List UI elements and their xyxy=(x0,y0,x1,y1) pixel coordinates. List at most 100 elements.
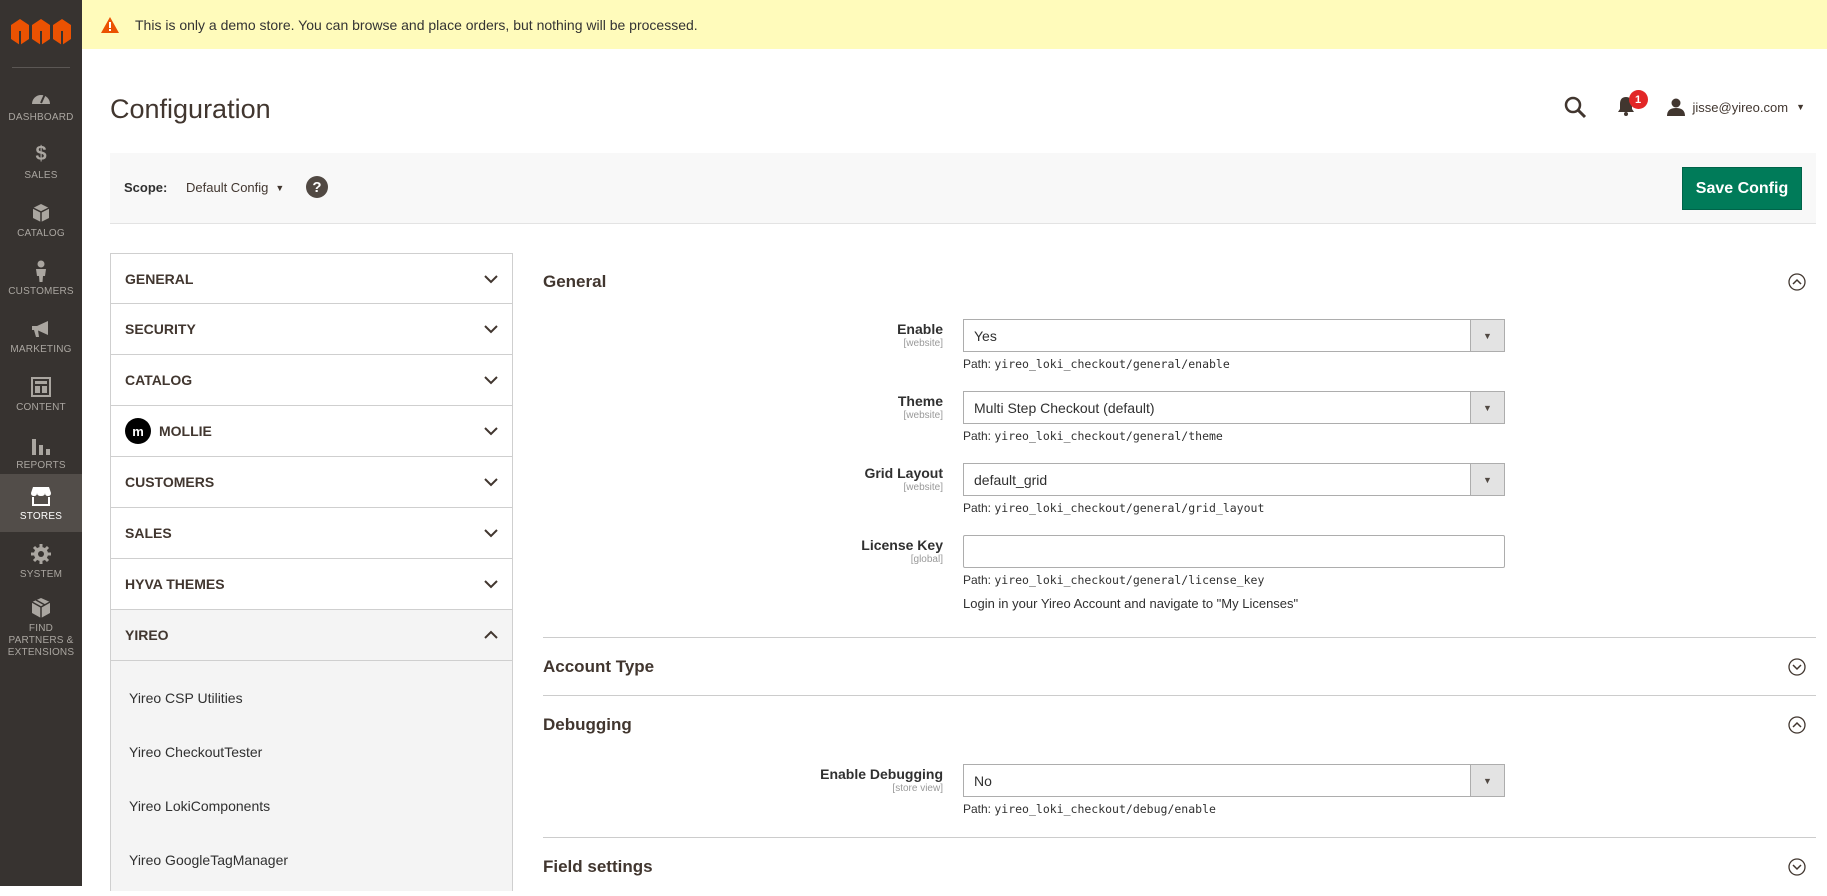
select-value: Multi Step Checkout (default) xyxy=(974,399,1155,416)
tab-label: CUSTOMERS xyxy=(125,474,215,490)
nav-sales[interactable]: $ SALES xyxy=(0,133,82,191)
chevron-down-icon xyxy=(484,325,498,334)
subtab-item[interactable]: Yireo CSP Utilities xyxy=(111,671,512,725)
caret-down-icon: ▼ xyxy=(1470,464,1504,495)
scope-toolbar: Scope: Default Config ▼ ? Save Config xyxy=(110,153,1816,224)
tab-label: MOLLIE xyxy=(159,423,212,439)
tab-label: GENERAL xyxy=(125,270,194,287)
caret-down-icon: ▼ xyxy=(1470,320,1504,351)
section-general-header[interactable]: General xyxy=(543,253,1816,311)
notification-count-badge: 1 xyxy=(1628,90,1648,109)
tab-customers[interactable]: CUSTOMERS xyxy=(110,457,513,508)
nav-stores[interactable]: STORES xyxy=(0,474,82,532)
nav-catalog[interactable]: CATALOG xyxy=(0,191,82,249)
nav-label: STORES xyxy=(19,510,63,522)
dollar-icon: $ xyxy=(35,143,47,165)
scope-switcher[interactable]: Default Config ▼ xyxy=(186,180,284,195)
collapse-icon xyxy=(1788,716,1806,734)
search-icon[interactable] xyxy=(1563,95,1587,119)
scope-value: Default Config xyxy=(186,180,269,195)
enable-select[interactable]: Yes ▼ xyxy=(963,319,1505,352)
select-value: No xyxy=(974,772,992,789)
page-title: Configuration xyxy=(110,94,271,124)
warning-icon xyxy=(101,16,119,33)
nav-dashboard[interactable]: DASHBOARD xyxy=(0,75,82,133)
nav-system[interactable]: SYSTEM xyxy=(0,532,82,590)
caret-down-icon: ▼ xyxy=(1796,102,1805,112)
chevron-down-icon xyxy=(484,529,498,538)
section-title: Account Type xyxy=(543,656,655,676)
tab-sales[interactable]: SALES xyxy=(110,508,513,559)
section-account-type-header[interactable]: Account Type xyxy=(543,638,1816,696)
scope-label: Scope: xyxy=(124,180,168,195)
save-config-button[interactable]: Save Config xyxy=(1682,167,1802,210)
tab-yireo[interactable]: YIREO xyxy=(110,610,513,661)
nav-label: CONTENT xyxy=(16,401,66,413)
field-label: Theme xyxy=(897,393,943,409)
chevron-down-icon xyxy=(484,478,498,487)
field-license-key: License Key [global] Path: yireo_loki_che… xyxy=(543,535,1816,637)
nav-customers[interactable]: CUSTOMERS xyxy=(0,249,82,307)
nav-content[interactable]: CONTENT xyxy=(0,365,82,423)
field-theme: Theme [website] Multi Step Checkout (defa… xyxy=(543,391,1816,463)
nav-reports[interactable]: REPORTS xyxy=(0,423,82,481)
field-grid-layout: Grid Layout [website] default_grid ▼ Path:… xyxy=(543,463,1816,535)
nav-find-partners[interactable]: FIND PARTNERS & EXTENSIONS xyxy=(0,592,82,662)
tab-catalog[interactable]: CATALOG xyxy=(110,355,513,406)
bar-chart-icon xyxy=(29,433,53,457)
field-label: Enable Debugging xyxy=(820,766,943,782)
subtab-item[interactable]: Yireo CheckoutTester xyxy=(111,725,512,779)
select-value: default_grid xyxy=(974,471,1048,488)
person-icon xyxy=(29,259,53,283)
tab-label: HYVA THEMES xyxy=(125,576,225,592)
nav-label: FIND PARTNERS & EXTENSIONS xyxy=(7,622,75,658)
subtab-item[interactable]: Yireo GoogleTagManager xyxy=(111,833,512,887)
chevron-down-icon xyxy=(484,580,498,589)
chevron-down-icon xyxy=(484,274,498,283)
tab-hyva-themes[interactable]: HYVA THEMES xyxy=(110,559,513,610)
help-icon[interactable]: ? xyxy=(306,176,328,198)
sidebar-divider xyxy=(12,67,70,68)
field-scope: [website] xyxy=(903,338,943,349)
chevron-down-icon xyxy=(484,376,498,385)
notice-text: This is only a demo store. You can brows… xyxy=(135,16,698,33)
tab-general[interactable]: GENERAL xyxy=(110,253,513,304)
expand-icon xyxy=(1788,858,1806,876)
magento-logo[interactable] xyxy=(0,0,82,63)
field-path: Path: yireo_loki_checkout/general/licens… xyxy=(963,573,1265,587)
nav-label: CATALOG xyxy=(17,227,65,239)
nav-marketing[interactable]: MARKETING xyxy=(0,307,82,365)
chevron-up-icon xyxy=(484,630,498,639)
tab-security[interactable]: SECURITY xyxy=(110,304,513,355)
select-value: Yes xyxy=(974,327,997,344)
theme-select[interactable]: Multi Step Checkout (default) ▼ xyxy=(963,391,1505,424)
tab-mollie[interactable]: m MOLLIE xyxy=(110,406,513,457)
caret-down-icon: ▼ xyxy=(1470,392,1504,423)
field-enable-debugging: Enable Debugging [store view] No ▼ Path: y… xyxy=(543,764,1816,837)
field-scope: [store view] xyxy=(892,783,943,794)
section-field-settings-header[interactable]: Field settings xyxy=(543,838,1816,896)
section-title: Debugging xyxy=(543,715,632,734)
section-debugging-header[interactable]: Debugging xyxy=(543,696,1816,754)
subtab-item[interactable]: Yireo LokiComponents xyxy=(111,779,512,833)
header-actions: 1 jisse@yireo.com ▼ xyxy=(1563,90,1805,119)
license-key-input[interactable] xyxy=(963,535,1505,568)
package-icon xyxy=(29,596,53,620)
box-icon xyxy=(29,201,53,225)
grid-layout-select[interactable]: default_grid ▼ xyxy=(963,463,1505,496)
tab-label: SECURITY xyxy=(125,321,196,337)
enable-debugging-select[interactable]: No ▼ xyxy=(963,764,1505,797)
nav-label: REPORTS xyxy=(16,459,66,471)
field-path: Path: yireo_loki_checkout/general/theme xyxy=(963,429,1223,443)
collapse-icon xyxy=(1788,273,1806,291)
tab-label: YIREO xyxy=(125,627,169,643)
field-enable: Enable [website] Yes ▼ Path: yireo_loki_ch… xyxy=(543,319,1816,391)
field-label: Grid Layout xyxy=(864,465,943,481)
field-label: License Key xyxy=(861,537,943,553)
notifications-button[interactable]: 1 xyxy=(1617,90,1648,118)
config-tabs: GENERAL SECURITY CATALOG m MOLLIE CUSTOM… xyxy=(110,253,513,891)
user-menu[interactable]: jisse@yireo.com ▼ xyxy=(1666,98,1805,116)
tab-label: CATALOG xyxy=(125,372,193,388)
nav-label: MARKETING xyxy=(10,343,72,355)
nav-label: DASHBOARD xyxy=(8,111,74,123)
